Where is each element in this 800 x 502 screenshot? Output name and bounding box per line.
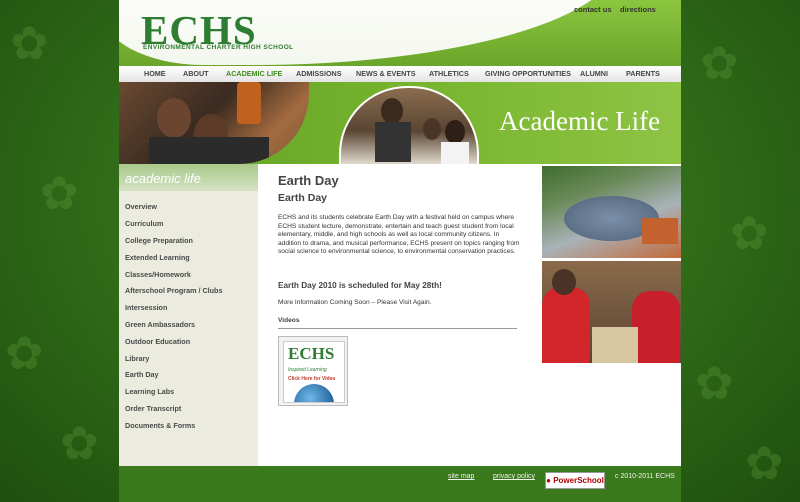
leaf-decoration: ✿ — [730, 207, 769, 259]
main-content: Earth Day Earth Day ECHS and its student… — [258, 164, 542, 466]
sidebar-item-afterschool[interactable]: Afterschool Program / Clubs — [125, 286, 222, 295]
video-thumbnail[interactable]: ECHS Inspired Learning Click Here for Vi… — [278, 336, 348, 406]
sidebar-item-earth-day[interactable]: Earth Day — [125, 370, 159, 379]
sidebar-item-overview[interactable]: Overview — [125, 202, 157, 211]
page-banner: Academic Life — [119, 82, 681, 164]
nav-item-athletics[interactable]: ATHLETICS — [429, 69, 469, 78]
video-thumbnail-image: ECHS Inspired Learning Click Here for Vi… — [283, 341, 345, 403]
sidebar-item-curriculum[interactable]: Curriculum — [125, 219, 163, 228]
sidebar-item-library[interactable]: Library — [125, 354, 149, 363]
nav-item-alumni[interactable]: ALUMNI — [580, 69, 608, 78]
powerschool-button[interactable]: ● PowerSchool — [545, 472, 605, 489]
page-subtitle: Earth Day — [278, 192, 328, 204]
thumb-tagline: Inspired Learning — [288, 367, 327, 373]
directions-link[interactable]: directions — [620, 5, 656, 14]
leaf-decoration: ✿ — [40, 167, 79, 219]
sidebar-heading-text: academic life — [125, 171, 201, 186]
nav-item-parents[interactable]: PARENTS — [626, 69, 660, 78]
nav-item-about[interactable]: ABOUT — [183, 69, 209, 78]
sidebar-item-classes-homework[interactable]: Classes/Homework — [125, 270, 191, 279]
sidebar-item-order-transcript[interactable]: Order Transcript — [125, 404, 181, 413]
sidebar-heading: academic life — [119, 164, 258, 191]
powerschool-label: PowerSchool — [553, 476, 604, 485]
logo-subtitle: ENVIRONMENTAL CHARTER HIGH SCHOOL — [143, 44, 294, 51]
schedule-heading: Earth Day 2010 is scheduled for May 28th… — [278, 281, 442, 290]
banner-photo-classroom — [339, 86, 479, 164]
leaf-decoration: ✿ — [5, 327, 44, 379]
banner-photo-students — [119, 82, 309, 164]
body-paragraph: ECHS and its students celebrate Earth Da… — [278, 214, 520, 256]
right-photo-column — [542, 164, 681, 466]
nav-item-news-events[interactable]: NEWS & EVENTS — [356, 69, 416, 78]
main-nav: HOME ABOUT ACADEMIC LIFE ADMISSIONS NEWS… — [119, 66, 681, 83]
apple-icon: ● — [546, 476, 551, 485]
privacy-policy-link[interactable]: privacy policy — [493, 473, 535, 480]
nav-item-giving-opportunities[interactable]: GIVING OPPORTUNITIES — [485, 69, 571, 78]
nav-item-academic-life[interactable]: ACADEMIC LIFE — [226, 69, 282, 78]
sidebar-item-outdoor-education[interactable]: Outdoor Education — [125, 337, 190, 346]
site-map-link[interactable]: site map — [448, 473, 474, 480]
site-header: ECHS ENVIRONMENTAL CHARTER HIGH SCHOOL c… — [119, 0, 681, 66]
banner-title: Academic Life — [499, 106, 661, 136]
videos-heading: Videos — [278, 317, 300, 324]
nav-item-home[interactable]: HOME — [144, 69, 166, 78]
more-info-text: More Information Coming Soon – Please Vi… — [278, 299, 432, 306]
sidebar: academic life Overview Curriculum Colleg… — [119, 164, 258, 466]
copyright-text: c 2010-2011 ECHS — [615, 473, 675, 480]
contact-us-link[interactable]: contact us — [574, 5, 612, 14]
photo-earth-day-crowd — [542, 166, 681, 258]
photo-students-activity — [542, 261, 681, 363]
leaf-decoration: ✿ — [745, 437, 784, 489]
leaf-decoration: ✿ — [60, 417, 99, 469]
thumb-logo: ECHS — [288, 344, 335, 363]
leaf-decoration: ✿ — [10, 17, 49, 69]
leaf-decoration: ✿ — [695, 357, 734, 409]
thumb-play-text: Click Here for Video — [288, 376, 336, 382]
leaf-decoration: ✿ — [700, 37, 739, 89]
sidebar-item-college-preparation[interactable]: College Preparation — [125, 236, 193, 245]
sidebar-item-learning-labs[interactable]: Learning Labs — [125, 387, 174, 396]
sidebar-item-extended-learning[interactable]: Extended Learning — [125, 253, 190, 262]
sidebar-item-documents-forms[interactable]: Documents & Forms — [125, 421, 195, 430]
earth-globe-icon — [294, 384, 334, 402]
page-title: Earth Day — [278, 173, 339, 188]
sidebar-item-intersession[interactable]: Intersession — [125, 303, 167, 312]
divider — [278, 328, 517, 329]
sidebar-item-green-ambassadors[interactable]: Green Ambassadors — [125, 320, 195, 329]
nav-item-admissions[interactable]: ADMISSIONS — [296, 69, 342, 78]
site-container: ECHS ENVIRONMENTAL CHARTER HIGH SCHOOL c… — [119, 0, 681, 502]
